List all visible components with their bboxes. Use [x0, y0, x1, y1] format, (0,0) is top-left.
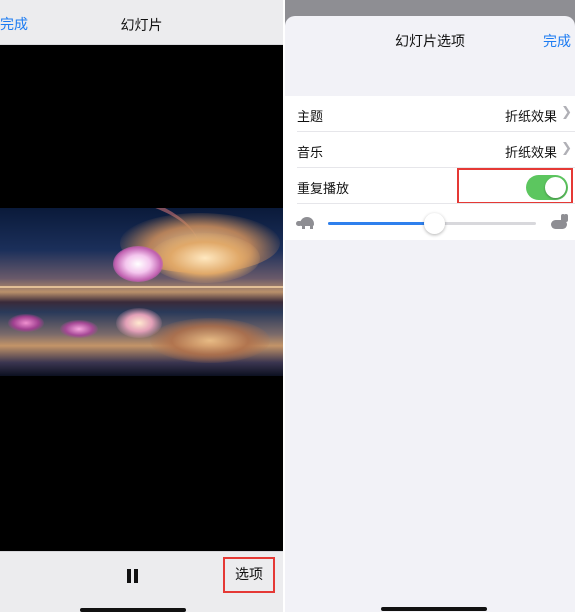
slideshow-toolbar: 选项 [0, 551, 283, 612]
chevron-right-icon: ❯ [561, 141, 572, 156]
theme-value: 折纸效果 [504, 110, 557, 125]
music-value: 折纸效果 [504, 146, 557, 161]
speed-slider-fill [328, 222, 435, 225]
slideshow-nav-bar: 完成 幻灯片 [0, 0, 283, 45]
toggle-knob [545, 177, 566, 198]
sheet-title: 幻灯片选项 [395, 34, 465, 50]
slideshow-photo[interactable] [0, 208, 283, 376]
slideshow-viewer: 完成 幻灯片 选项 [0, 0, 283, 612]
photo-blossom-tree [113, 246, 163, 282]
options-button[interactable]: 选项 [223, 557, 275, 593]
speed-slider-row [285, 204, 575, 240]
music-label: 音乐 [297, 146, 324, 161]
theme-row[interactable]: 主题 折纸效果 ❯ [285, 96, 575, 132]
speed-slider-thumb[interactable] [424, 213, 446, 234]
slideshow-title: 幻灯片 [120, 18, 163, 34]
photo-horizon [0, 286, 283, 288]
photo-glow-reflection [150, 318, 270, 363]
options-screen: 幻灯片选项 完成 主题 折纸效果 ❯ 音乐 折纸效果 ❯ 重复播放 [285, 0, 575, 612]
home-indicator [381, 607, 487, 611]
options-list: 主题 折纸效果 ❯ 音乐 折纸效果 ❯ 重复播放 [285, 96, 575, 240]
home-indicator [80, 608, 186, 612]
speed-slider[interactable] [328, 213, 536, 234]
repeat-toggle[interactable] [526, 175, 568, 200]
repeat-toggle-highlight [457, 168, 573, 204]
rabbit-icon [549, 214, 569, 230]
theme-label: 主题 [297, 110, 324, 125]
photo-flower [60, 320, 98, 338]
music-row[interactable]: 音乐 折纸效果 ❯ [285, 132, 575, 168]
chevron-right-icon: ❯ [561, 105, 572, 120]
options-sheet: 幻灯片选项 完成 主题 折纸效果 ❯ 音乐 折纸效果 ❯ 重复播放 [285, 16, 575, 612]
repeat-row: 重复播放 [285, 168, 575, 204]
sheet-done-button[interactable]: 完成 [543, 31, 571, 51]
turtle-icon [296, 217, 318, 229]
photo-cloud-glow [150, 233, 260, 283]
photo-flower [8, 314, 44, 332]
repeat-label: 重复播放 [297, 182, 350, 197]
pause-icon[interactable] [127, 569, 139, 583]
